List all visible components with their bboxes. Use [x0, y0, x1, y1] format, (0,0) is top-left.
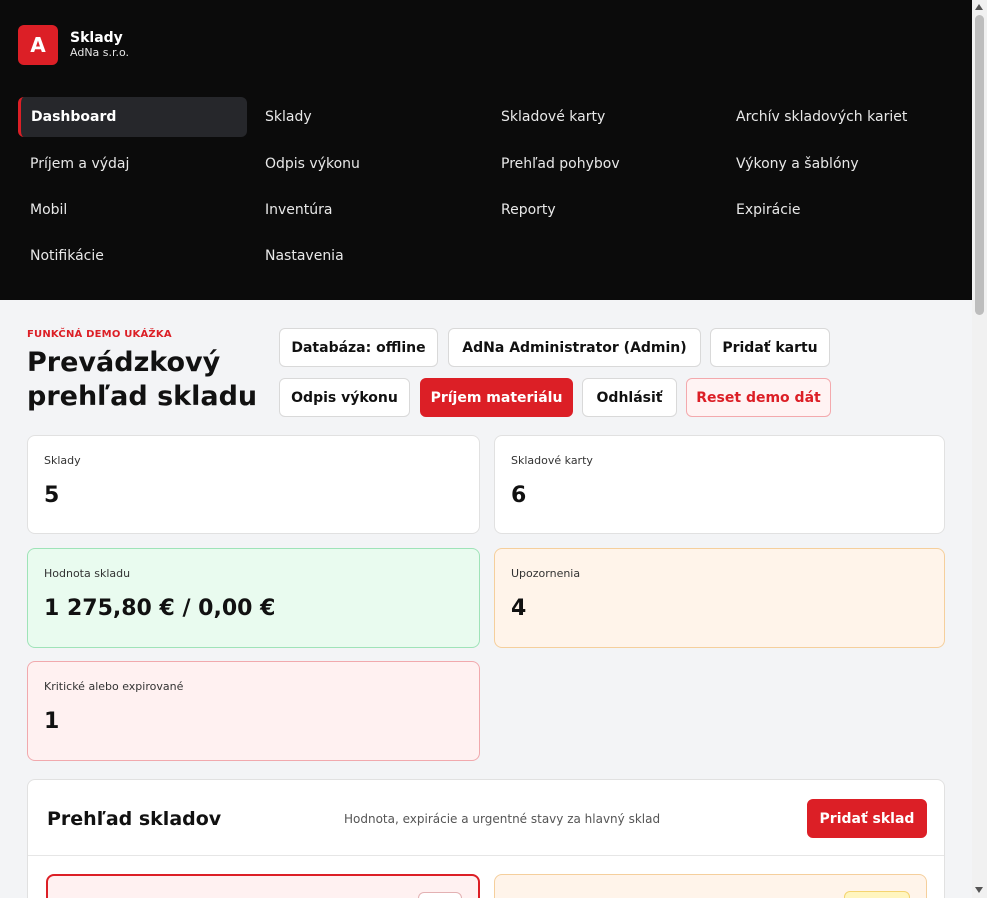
section-header: Prehľad skladov Hodnota, expirácie a urg…	[28, 780, 944, 856]
nav-item-stock-cards[interactable]: Skladové karty	[489, 97, 718, 137]
warehouse-card-secondary[interactable]	[494, 874, 927, 898]
nav-item-receive-issue[interactable]: Príjem a výdaj	[18, 144, 247, 184]
nav-item-inventory[interactable]: Inventúra	[253, 190, 482, 230]
brand-logo: A	[18, 25, 58, 65]
warehouses-stat-card: Sklady 5	[27, 435, 480, 534]
page-title: Prevádzkový prehľad skladu	[27, 347, 258, 412]
page: A Sklady AdNa s.r.o. Dashboard Sklady Sk…	[0, 0, 972, 898]
alerts-stat-card: Upozornenia 4	[494, 548, 945, 648]
company-name: AdNa s.r.o.	[70, 46, 130, 59]
stat-label: Kritické alebo expirované	[44, 680, 184, 693]
nav-item-dashboard[interactable]: Dashboard	[18, 97, 247, 137]
nav-item-services-templates[interactable]: Výkony a šablóny	[724, 144, 953, 184]
stock-cards-stat-card: Skladové karty 6	[494, 435, 945, 534]
warehouse-badge	[418, 892, 462, 898]
reset-demo-data-button[interactable]: Reset demo dát	[686, 378, 831, 417]
top-navigation: A Sklady AdNa s.r.o. Dashboard Sklady Sk…	[0, 0, 972, 300]
stock-value-stat-card: Hodnota skladu 1 275,80 € / 0,00 €	[27, 548, 480, 648]
nav-item-writeoff[interactable]: Odpis výkonu	[253, 144, 482, 184]
scroll-up-arrow-icon[interactable]	[975, 4, 983, 10]
stat-value: 1	[44, 709, 60, 734]
nav-item-reports[interactable]: Reporty	[489, 190, 718, 230]
stat-label: Sklady	[44, 454, 81, 467]
warehouse-status-badge	[844, 891, 910, 898]
demo-eyebrow: FUNKČNÁ DEMO UKÁŽKA	[27, 329, 172, 340]
stat-value: 4	[511, 596, 527, 621]
nav-item-settings[interactable]: Nastavenia	[253, 236, 482, 276]
nav-item-notifications[interactable]: Notifikácie	[18, 236, 247, 276]
logout-button[interactable]: Odhlásiť	[582, 378, 677, 417]
add-card-button[interactable]: Pridať kartu	[710, 328, 830, 367]
warehouse-card-main[interactable]	[46, 874, 480, 898]
writeoff-button[interactable]: Odpis výkonu	[279, 378, 410, 417]
nav-item-expirations[interactable]: Expirácie	[724, 190, 953, 230]
stat-value: 1 275,80 € / 0,00 €	[44, 596, 276, 621]
scroll-down-arrow-icon[interactable]	[975, 887, 983, 893]
database-status-button[interactable]: Databáza: offline	[279, 328, 438, 367]
stat-label: Skladové karty	[511, 454, 593, 467]
add-warehouse-button[interactable]: Pridať sklad	[807, 799, 927, 838]
stat-label: Upozornenia	[511, 567, 581, 580]
stat-value: 6	[511, 483, 527, 508]
current-user-button[interactable]: AdNa Administrator (Admin)	[448, 328, 701, 367]
warehouse-overview-section: Prehľad skladov Hodnota, expirácie a urg…	[27, 779, 945, 898]
vertical-scrollbar[interactable]	[972, 0, 987, 898]
stat-value: 5	[44, 483, 60, 508]
nav-item-warehouses[interactable]: Sklady	[253, 97, 482, 137]
nav-item-movements[interactable]: Prehľad pohybov	[489, 144, 718, 184]
section-title: Prehľad skladov	[47, 808, 222, 830]
scrollbar-thumb[interactable]	[975, 15, 984, 315]
critical-stat-card: Kritické alebo expirované 1	[27, 661, 480, 761]
nav-item-mobile[interactable]: Mobil	[18, 190, 247, 230]
stat-label: Hodnota skladu	[44, 567, 131, 580]
nav-item-card-archive[interactable]: Archív skladových kariet	[724, 97, 953, 137]
brand-title: Sklady	[70, 30, 123, 46]
brand[interactable]: A Sklady AdNa s.r.o.	[18, 25, 129, 65]
receive-material-button[interactable]: Príjem materiálu	[420, 378, 573, 417]
section-subtitle: Hodnota, expirácie a urgentné stavy za h…	[344, 812, 661, 826]
